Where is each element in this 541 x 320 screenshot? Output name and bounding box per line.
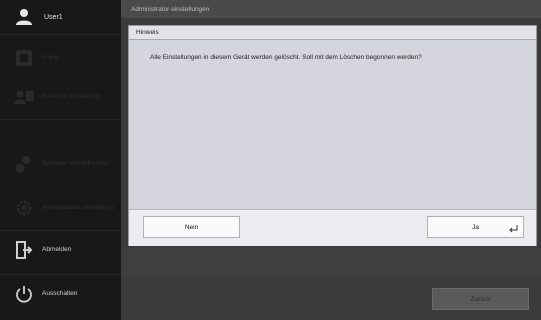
back-button[interactable]: Zurück	[432, 288, 529, 310]
sidebar-item-label: Kopie	[42, 54, 59, 61]
copy-icon	[16, 50, 32, 66]
user-settings-icon	[14, 90, 34, 104]
dialog-title: Hinweis	[129, 26, 536, 40]
sidebar: User1 Kopie Einfache Einstellung Benutze…	[0, 0, 121, 320]
power-icon	[16, 286, 32, 303]
sidebar-item-kopie[interactable]: Kopie	[0, 36, 121, 80]
user-name: User1	[44, 13, 63, 21]
sidebar-item-label: Benutzer-einstellungen	[42, 160, 109, 167]
enter-icon	[509, 225, 518, 233]
page-title: Administrator einstellungen	[121, 0, 541, 18]
dialog-message: Alle Einstellungen in diesem Gerät werde…	[150, 54, 422, 61]
user-gear-icon	[15, 156, 30, 173]
no-button-label: Nein	[184, 223, 199, 231]
sidebar-item-einfache-einstellung[interactable]: Einfache Einstellung	[0, 75, 121, 119]
sidebar-item-ausschalten[interactable]: Ausschalten	[0, 272, 121, 316]
sidebar-item-benutzer-einstellungen[interactable]: Benutzer-einstellungen	[0, 142, 121, 186]
user-icon	[16, 9, 32, 25]
confirm-dialog: Hinweis Alle Einstellungen in diesem Ger…	[128, 25, 537, 246]
sidebar-item-administrator-einstellung[interactable]: Administrator einstellung	[0, 186, 121, 230]
yes-button[interactable]: Ja	[427, 216, 524, 238]
divider	[0, 119, 121, 120]
sidebar-item-label: Abmelden	[42, 246, 72, 253]
no-button[interactable]: Nein	[143, 216, 240, 238]
dialog-button-bar: Nein Ja	[129, 209, 536, 246]
sidebar-item-label: Ausschalten	[42, 290, 78, 297]
sidebar-item-label: Administrator einstellung	[42, 204, 114, 211]
gear-icon	[16, 200, 32, 216]
sidebar-item-abmelden[interactable]: Abmelden	[0, 228, 121, 272]
bottom-strip	[121, 248, 541, 278]
logout-icon	[16, 241, 33, 259]
yes-button-label: Ja	[472, 223, 479, 231]
sidebar-item-label: Einfache Einstellung	[42, 93, 101, 100]
user-account[interactable]: User1	[0, 0, 121, 34]
divider	[0, 34, 121, 35]
